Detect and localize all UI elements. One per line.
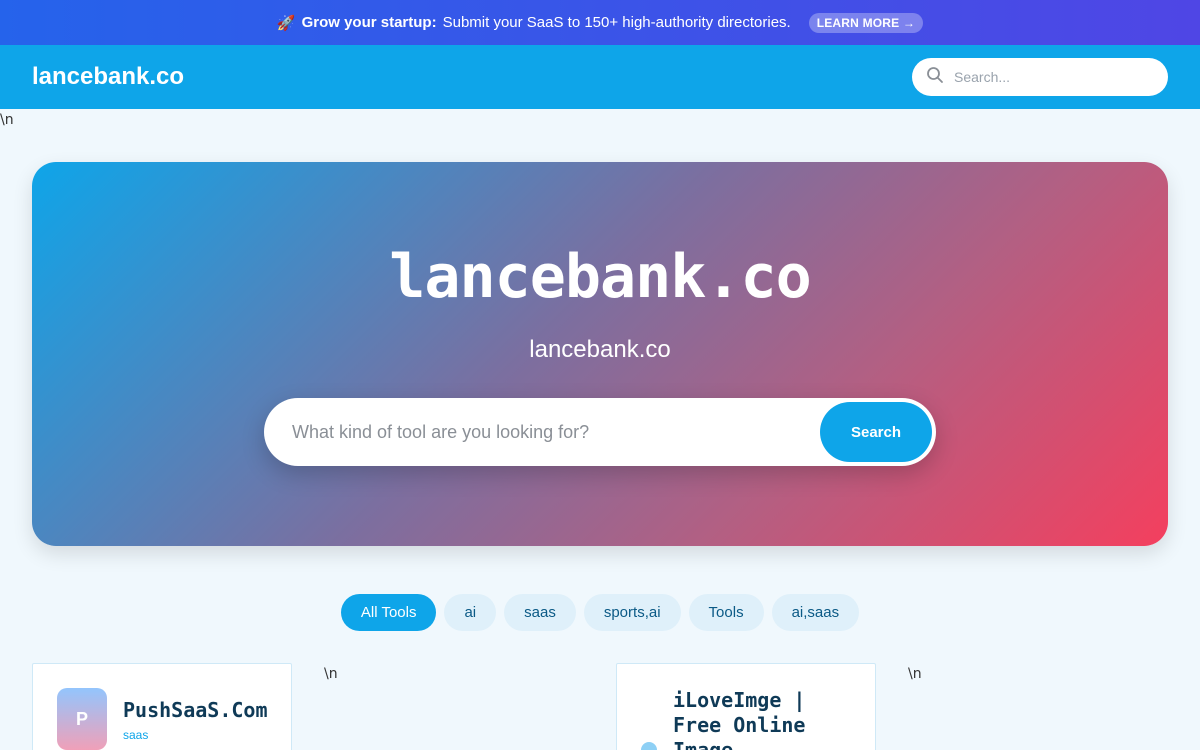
learn-more-button[interactable]: LEARN MORE →	[808, 12, 924, 33]
top-navbar: lancebank.co	[0, 45, 1200, 109]
stray-newline-text: \n	[0, 112, 14, 128]
filter-chip-saas[interactable]: saas	[504, 594, 576, 631]
stray-newline-text: \n	[908, 666, 922, 682]
brand-logo-text[interactable]: lancebank.co	[32, 63, 184, 91]
nav-search-input[interactable]	[954, 69, 1144, 85]
rocket-icon: 🚀	[276, 14, 296, 32]
filter-chip-ai[interactable]: ai	[444, 594, 497, 631]
tool-logo-dot	[641, 742, 657, 750]
tool-title-line: iLoveImge |	[673, 688, 806, 712]
tool-title[interactable]: iLoveImge | Free Online Image	[673, 688, 805, 750]
promo-text: Submit your SaaS to 150+ high-authority …	[442, 14, 791, 31]
tool-tag[interactable]: saas	[123, 728, 148, 742]
hero-subtitle: lancebank.co	[529, 336, 671, 363]
category-filters: All Tools ai saas sports,ai Tools ai,saa…	[0, 594, 1200, 631]
hero-search-input[interactable]	[292, 421, 820, 443]
hero-search-button[interactable]: Search	[820, 402, 932, 462]
stray-newline-text: \n	[324, 666, 338, 682]
tool-title-line: Image	[673, 738, 734, 750]
nav-search-box[interactable]	[912, 58, 1168, 96]
promo-banner: 🚀 Grow your startup: Submit your SaaS to…	[0, 0, 1200, 45]
filter-chip-ai-saas[interactable]: ai,saas	[771, 594, 860, 631]
tool-title-line: Free Online	[673, 713, 806, 737]
filter-chip-tools[interactable]: Tools	[688, 594, 764, 631]
tool-logo: P	[57, 688, 107, 750]
hero-section: lancebank.co lancebank.co Search	[32, 162, 1168, 546]
tool-card[interactable]: P PushSaaS.Com saas	[32, 663, 292, 750]
filter-chip-sports-ai[interactable]: sports,ai	[583, 594, 681, 631]
search-icon	[926, 66, 944, 89]
promo-bold-text: Grow your startup:	[301, 14, 437, 31]
hero-title: lancebank.co	[389, 242, 811, 312]
hero-search-bar[interactable]: Search	[264, 398, 936, 466]
filter-chip-all-tools[interactable]: All Tools	[340, 594, 437, 631]
tool-title[interactable]: PushSaaS.Com	[123, 698, 268, 723]
tool-card[interactable]: iLoveImge | Free Online Image	[616, 663, 876, 750]
